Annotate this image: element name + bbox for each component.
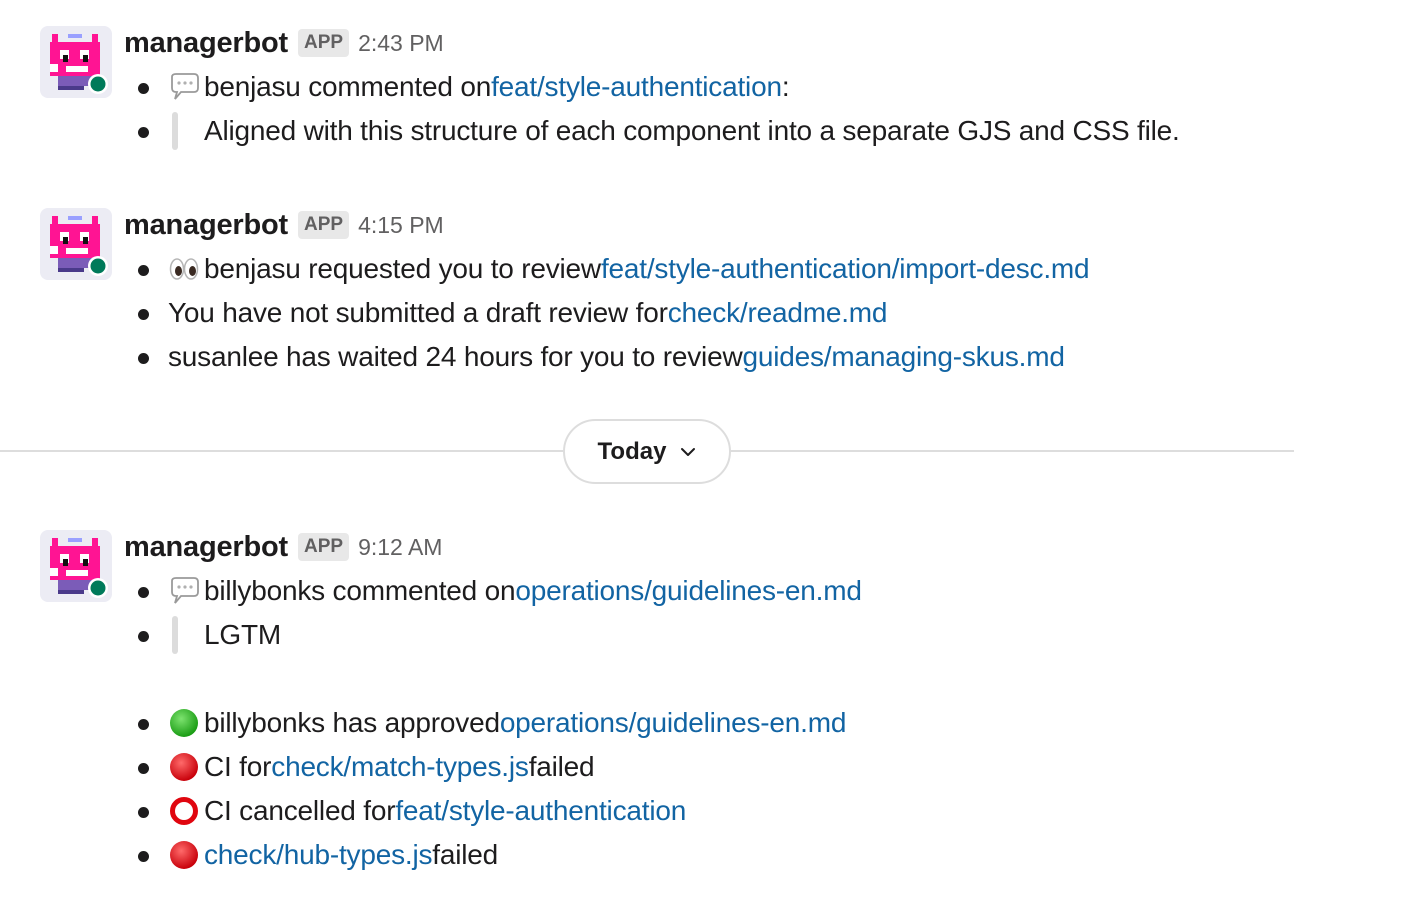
message-timestamp[interactable]: 9:12 AM — [358, 534, 442, 561]
event-text: benjasu requested you to review — [204, 253, 601, 284]
branch-link[interactable]: feat/style-authentication — [395, 795, 686, 827]
event-text: CI for — [204, 751, 272, 782]
bullet — [138, 83, 149, 94]
speech-bubble-icon — [171, 577, 199, 604]
sender-name[interactable]: managerbot — [124, 27, 288, 60]
file-link[interactable]: check/hub-types.js — [204, 839, 432, 871]
green-circle-icon — [170, 709, 198, 737]
bot-avatar[interactable] — [40, 208, 112, 280]
managerbot-avatar-icon — [40, 530, 112, 602]
message-timestamp[interactable]: 2:43 PM — [358, 30, 444, 57]
branch-link[interactable]: feat/style-authentication — [491, 71, 782, 103]
quote-bar — [172, 112, 178, 150]
bullet — [138, 719, 149, 730]
bullet — [138, 127, 149, 138]
eyes-icon — [169, 258, 199, 280]
sender-name[interactable]: managerbot — [124, 531, 288, 564]
app-badge: APP — [297, 211, 350, 239]
event-text: billybonks has approved — [204, 707, 500, 738]
quote-bar — [172, 616, 178, 654]
sender-name[interactable]: managerbot — [124, 209, 288, 242]
day-divider-label: Today — [597, 437, 667, 465]
event-text: billybonks commented on — [204, 575, 516, 606]
day-divider-button[interactable]: Today — [563, 419, 731, 484]
message-header: managerbot APP 4:15 PM — [124, 208, 444, 242]
quote-text: Aligned with this structure of each comp… — [204, 115, 1180, 146]
bot-avatar[interactable] — [40, 530, 112, 602]
bullet — [138, 265, 149, 276]
event-text: CI cancelled for — [204, 795, 396, 826]
managerbot-avatar-icon — [40, 208, 112, 280]
file-link[interactable]: operations/guidelines-en.md — [515, 575, 862, 607]
red-circle-icon — [170, 753, 198, 781]
file-link[interactable]: guides/managing-skus.md — [742, 341, 1064, 373]
app-badge: APP — [297, 533, 350, 561]
red-circle-icon — [170, 841, 198, 869]
event-text: benjasu commented on — [204, 71, 492, 102]
bullet — [138, 631, 149, 642]
event-suffix: failed — [528, 751, 595, 782]
file-link[interactable]: check/readme.md — [668, 297, 888, 329]
event-suffix: : — [781, 71, 790, 102]
bullet — [138, 763, 149, 774]
bullet — [138, 587, 149, 598]
message-header: managerbot APP 9:12 AM — [124, 530, 442, 564]
bullet — [138, 851, 149, 862]
speech-bubble-icon — [171, 73, 199, 100]
event-text: You have not submitted a draft review fo… — [168, 297, 668, 328]
bot-avatar[interactable] — [40, 26, 112, 98]
message-timestamp[interactable]: 4:15 PM — [358, 212, 444, 239]
quote-text: LGTM — [204, 619, 281, 650]
message-header: managerbot APP 2:43 PM — [124, 26, 444, 60]
event-text: susanlee has waited 24 hours for you to … — [168, 341, 743, 372]
hollow-red-circle-icon — [170, 797, 198, 825]
file-link[interactable]: feat/style-authentication/import-desc.md — [601, 253, 1090, 285]
bullet — [138, 807, 149, 818]
managerbot-avatar-icon — [40, 26, 112, 98]
bullet — [138, 309, 149, 320]
file-link[interactable]: check/match-types.js — [271, 751, 529, 783]
event-suffix: failed — [432, 839, 499, 870]
app-badge: APP — [297, 29, 350, 57]
file-link[interactable]: operations/guidelines-en.md — [500, 707, 847, 739]
bullet — [138, 353, 149, 364]
chevron-down-icon — [681, 447, 696, 456]
